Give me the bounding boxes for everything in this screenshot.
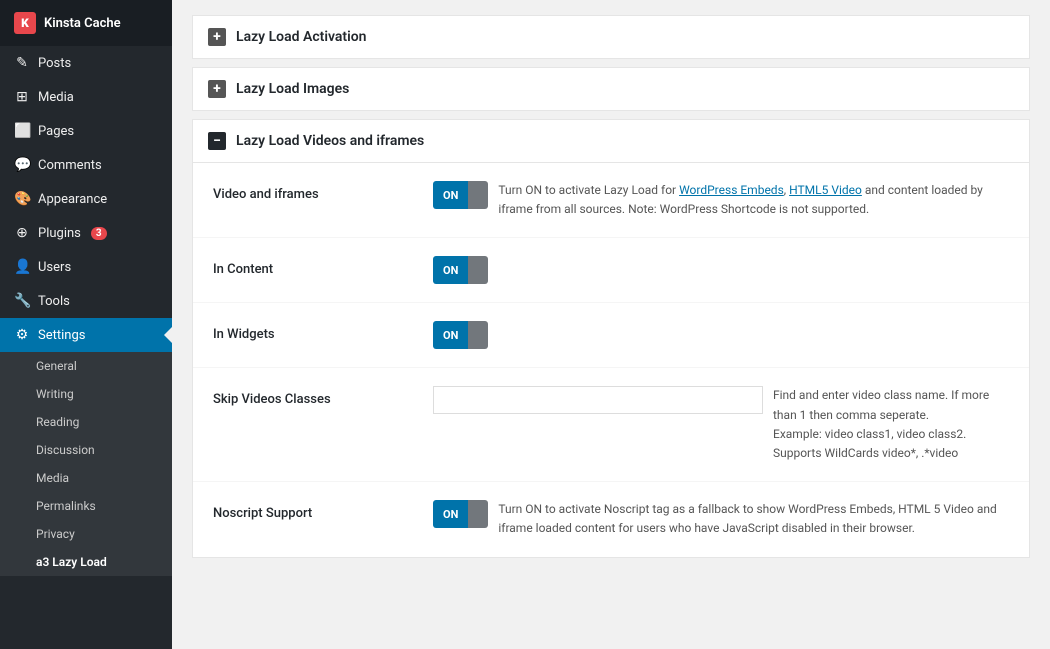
section-title-activation: Lazy Load Activation <box>236 29 366 45</box>
setting-row-in-widgets: In Widgets ON <box>193 303 1029 368</box>
setting-control-in-widgets: ON <box>433 321 1009 349</box>
toggle-video-iframes[interactable]: ON <box>433 181 488 209</box>
section-toggle-images[interactable]: + <box>208 80 226 98</box>
submenu-item-general[interactable]: General <box>0 352 172 380</box>
site-header: K Kinsta Cache <box>0 0 172 46</box>
toggle-on-noscript[interactable]: ON <box>433 500 468 528</box>
plugins-icon: ⊕ <box>14 225 30 241</box>
sidebar-item-users[interactable]: 👤 Users <box>0 250 172 284</box>
section-title-videos: Lazy Load Videos and iframes <box>236 133 424 149</box>
setting-desc-video-iframes: Turn ON to activate Lazy Load for WordPr… <box>498 181 1009 219</box>
toggle-on-video-iframes[interactable]: ON <box>433 181 468 209</box>
setting-row-noscript: Noscript Support ON Turn ON to activate … <box>193 482 1029 556</box>
sidebar-item-tools[interactable]: 🔧 Tools <box>0 284 172 318</box>
sidebar-item-comments[interactable]: 💬 Comments <box>0 148 172 182</box>
section-lazy-load-images: + Lazy Load Images <box>192 67 1030 111</box>
setting-row-in-content: In Content ON <box>193 238 1029 303</box>
toggle-noscript[interactable]: ON <box>433 500 488 528</box>
sidebar-item-posts[interactable]: ✎ Posts <box>0 46 172 80</box>
section-toggle-videos[interactable]: − <box>208 132 226 150</box>
sidebar-item-label: Pages <box>38 124 74 139</box>
sidebar: K Kinsta Cache ✎ Posts ⊞ Media ⬜ Pages 💬… <box>0 0 172 649</box>
submenu-item-privacy[interactable]: Privacy <box>0 520 172 548</box>
settings-icon: ⚙ <box>14 327 30 343</box>
sidebar-item-label: Plugins <box>38 226 81 241</box>
sidebar-item-plugins[interactable]: ⊕ Plugins 3 <box>0 216 172 250</box>
plugins-badge: 3 <box>91 227 107 240</box>
section-toggle-activation[interactable]: + <box>208 28 226 46</box>
setting-control-skip-classes: Find and enter video class name. If more… <box>433 386 1009 463</box>
sidebar-item-label: Users <box>38 260 71 275</box>
sidebar-item-label: Settings <box>38 328 85 343</box>
section-lazy-load-videos: − Lazy Load Videos and iframes Video and… <box>192 119 1030 558</box>
section-title-images: Lazy Load Images <box>236 81 349 97</box>
sidebar-item-appearance[interactable]: 🎨 Appearance <box>0 182 172 216</box>
section-lazy-load-activation: + Lazy Load Activation <box>192 15 1030 59</box>
toggle-off-in-content[interactable] <box>468 256 488 284</box>
sidebar-item-media[interactable]: ⊞ Media <box>0 80 172 114</box>
skip-classes-input[interactable] <box>433 386 763 414</box>
appearance-icon: 🎨 <box>14 191 30 207</box>
section-body-videos: Video and iframes ON Turn ON to activate… <box>193 162 1029 557</box>
setting-desc-noscript: Turn ON to activate Noscript tag as a fa… <box>498 500 1009 538</box>
tools-icon: 🔧 <box>14 293 30 309</box>
sidebar-item-settings[interactable]: ⚙ Settings <box>0 318 172 352</box>
submenu-item-a3lazyload[interactable]: a3 Lazy Load <box>0 548 172 576</box>
sidebar-item-label: Tools <box>38 294 70 309</box>
submenu-item-discussion[interactable]: Discussion <box>0 436 172 464</box>
section-header-activation[interactable]: + Lazy Load Activation <box>193 16 1029 58</box>
posts-icon: ✎ <box>14 55 30 71</box>
sidebar-item-label: Posts <box>38 56 71 71</box>
setting-label-in-widgets: In Widgets <box>213 321 433 342</box>
section-header-videos[interactable]: − Lazy Load Videos and iframes <box>193 120 1029 162</box>
link-wordpress-embeds[interactable]: WordPress Embeds <box>679 183 784 197</box>
pages-icon: ⬜ <box>14 123 30 139</box>
submenu-item-permalinks[interactable]: Permalinks <box>0 492 172 520</box>
toggle-on-in-content[interactable]: ON <box>433 256 468 284</box>
sidebar-item-label: Appearance <box>38 192 107 207</box>
toggle-on-in-widgets[interactable]: ON <box>433 321 468 349</box>
setting-desc-skip-classes: Find and enter video class name. If more… <box>773 386 1009 463</box>
setting-control-video-iframes: ON Turn ON to activate Lazy Load for Wor… <box>433 181 1009 219</box>
setting-control-noscript: ON Turn ON to activate Noscript tag as a… <box>433 500 1009 538</box>
setting-label-video-iframes: Video and iframes <box>213 181 433 202</box>
toggle-off-in-widgets[interactable] <box>468 321 488 349</box>
site-icon: K <box>14 12 36 34</box>
users-icon: 👤 <box>14 259 30 275</box>
media-icon: ⊞ <box>14 89 30 105</box>
setting-control-in-content: ON <box>433 256 1009 284</box>
toggle-off-video-iframes[interactable] <box>468 181 488 209</box>
site-name: Kinsta Cache <box>44 16 121 31</box>
submenu-item-writing[interactable]: Writing <box>0 380 172 408</box>
submenu-item-reading[interactable]: Reading <box>0 408 172 436</box>
setting-row-video-iframes: Video and iframes ON Turn ON to activate… <box>193 163 1029 238</box>
comments-icon: 💬 <box>14 157 30 173</box>
setting-label-noscript: Noscript Support <box>213 500 433 521</box>
setting-row-skip-classes: Skip Videos Classes Find and enter video… <box>193 368 1029 482</box>
section-header-images[interactable]: + Lazy Load Images <box>193 68 1029 110</box>
settings-submenu: General Writing Reading Discussion Media… <box>0 352 172 576</box>
toggle-in-content[interactable]: ON <box>433 256 488 284</box>
sidebar-item-label: Media <box>38 90 74 105</box>
link-html5-video[interactable]: HTML5 Video <box>789 183 862 197</box>
toggle-in-widgets[interactable]: ON <box>433 321 488 349</box>
main-content: + Lazy Load Activation + Lazy Load Image… <box>172 0 1050 649</box>
toggle-off-noscript[interactable] <box>468 500 488 528</box>
sidebar-item-label: Comments <box>38 158 102 173</box>
setting-label-skip-classes: Skip Videos Classes <box>213 386 433 407</box>
submenu-item-media[interactable]: Media <box>0 464 172 492</box>
sidebar-item-pages[interactable]: ⬜ Pages <box>0 114 172 148</box>
setting-label-in-content: In Content <box>213 256 433 277</box>
